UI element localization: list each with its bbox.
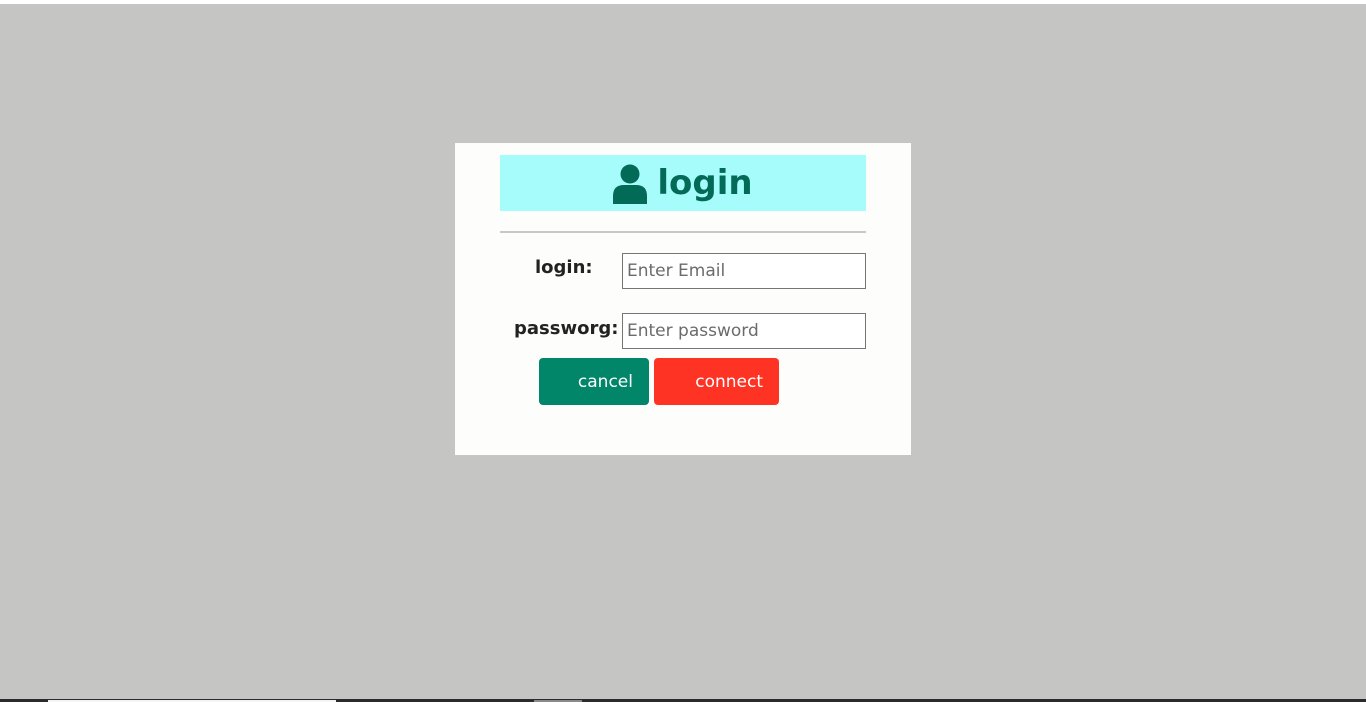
password-field[interactable]: [622, 313, 866, 349]
email-field[interactable]: [622, 253, 866, 289]
top-edge: [0, 0, 1366, 4]
cancel-button[interactable]: cancel: [539, 358, 649, 405]
login-dialog: login login: passworg: cancel connect: [455, 143, 911, 455]
page-title: login: [657, 163, 753, 203]
divider: [500, 231, 866, 233]
user-icon: [613, 164, 648, 204]
connect-button[interactable]: connect: [654, 358, 779, 405]
login-label: login:: [535, 257, 593, 278]
login-header: login: [500, 155, 866, 211]
password-label: passworg:: [514, 318, 619, 339]
